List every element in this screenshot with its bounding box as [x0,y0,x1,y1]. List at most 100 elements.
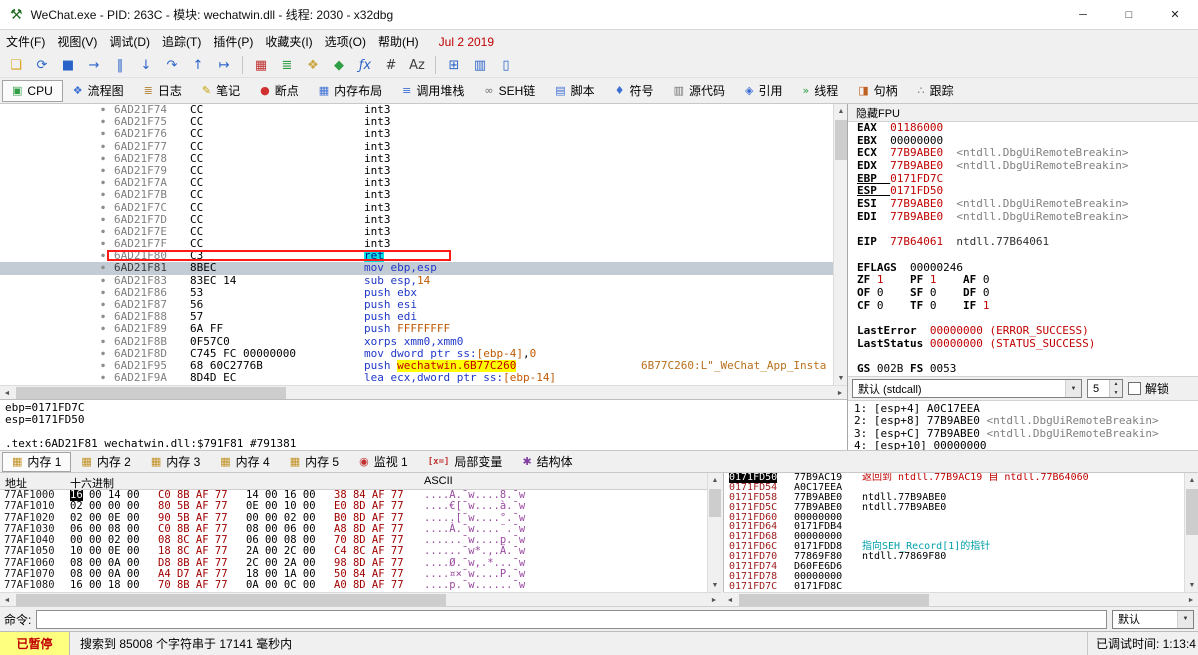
memory-grid-icon[interactable]: ⊞ [442,55,466,76]
command-profile-select[interactable]: 默认 ▼ [1112,610,1194,629]
stack-row[interactable]: 0171FD74D60FE6D6 [724,562,1184,572]
stack-row[interactable]: 0171FD5877B9ABE0ntdll.77B9ABE0 [724,493,1184,503]
stack-row[interactable]: 0171FD7C0171FD8C [724,582,1184,592]
hash-icon[interactable]: # [379,55,403,76]
menu-item-file[interactable]: 文件(F) [0,30,51,53]
tab-memory-1[interactable]: ▦内存 1 [2,452,71,472]
tab-symbols[interactable]: ♦符号 [605,80,664,102]
dump-vscrollbar[interactable]: ▲ ▼ [707,473,721,592]
stack-row[interactable]: 0171FD640171FDB4 [724,522,1184,532]
pause-icon[interactable]: ‖ [108,55,132,76]
breakpoint-dot[interactable]: ● [97,177,109,189]
register-row[interactable]: EDI 77B9ABE0 <ntdll.DbgUiRemoteBreakin> [857,211,1198,224]
menu-item-help[interactable]: 帮助(H) [372,30,425,53]
menu-item-view[interactable]: 视图(V) [51,30,103,53]
menu-item-trace[interactable]: 追踪(T) [156,30,207,53]
open-file-icon[interactable]: ❏ [4,55,28,76]
breakpoint-dot[interactable]: ● [97,262,109,274]
close-button[interactable]: ✕ [1152,0,1198,29]
tab-script[interactable]: ▤脚本 [545,80,604,102]
scroll-right-icon[interactable]: ► [833,386,847,400]
dump-row[interactable]: 77AF101002 00 00 0080 5B AF 770E 00 10 0… [0,501,707,512]
shield-icon[interactable]: ◆ [327,55,351,76]
breakpoint-dot[interactable]: ● [97,372,109,384]
command-input[interactable] [36,610,1107,629]
stop-icon[interactable]: ■ [56,55,80,76]
breakpoint-dot[interactable]: ● [97,299,109,311]
tab-memory-5[interactable]: ▦内存 5 [280,452,349,472]
scroll-up-icon[interactable]: ▲ [708,473,722,487]
menu-item-debug[interactable]: 调试(D) [103,30,156,53]
log-icon[interactable]: ≣ [275,55,299,76]
scroll-thumb[interactable] [835,120,847,160]
run-icon[interactable]: → [82,55,106,76]
breakpoint-dot[interactable]: ● [97,165,109,177]
strings-az-icon[interactable]: Az [405,55,429,76]
tab-notes[interactable]: ✎笔记 [192,80,250,102]
breakpoint-dot[interactable]: ● [97,311,109,323]
menu-item-plugins[interactable]: 插件(P) [207,30,259,53]
minimize-button[interactable]: ─ [1060,0,1106,29]
disasm-row[interactable]: ●6AD21F77CCint3 [0,141,833,153]
stack-row[interactable]: 0171FD6C0171FDD8指向SEH_Record[1]的指针 [724,542,1184,552]
args-count-spinner[interactable]: 5 ▲ ▼ [1087,379,1123,398]
breakpoint-dot[interactable]: ● [97,226,109,238]
assemble-fx-icon[interactable]: ƒx [353,55,377,76]
modules-icon[interactable]: ▥ [468,55,492,76]
stack-row[interactable]: 0171FD6000000000 [724,513,1184,523]
scroll-thumb[interactable] [709,489,721,517]
breakpoint-dot[interactable]: ● [97,360,109,372]
tab-graph[interactable]: ❖流程图 [63,80,134,102]
scroll-up-icon[interactable]: ▲ [1185,473,1198,487]
arguments-view[interactable]: 1: [esp+4] A0C17EEA2: [esp+8] 77B9ABE0 <… [848,400,1198,450]
register-row[interactable]: GS 002B FS 0053 [857,363,1198,376]
scroll-thumb[interactable] [739,594,929,606]
stack-row[interactable]: 0171FD5077B9AC19返回到 ntdll.77B9AC19 自 ntd… [724,473,1184,483]
memory-dump-pane[interactable]: 77AF100016 00 14 00C0 8B AF 7714 00 16 0… [0,490,707,592]
step-over-icon[interactable]: ↷ [160,55,184,76]
register-list[interactable]: EAX 01186000EBX 00000000ECX 77B9ABE0 <nt… [848,122,1198,376]
breakpoint-dot[interactable]: ● [97,153,109,165]
scroll-left-icon[interactable]: ◄ [0,386,14,400]
breakpoint-dot[interactable]: ● [97,141,109,153]
stack-pane[interactable]: 0171FD5077B9AC19返回到 ntdll.77B9AC19 自 ntd… [723,473,1184,592]
breakpoint-dot[interactable]: ● [97,116,109,128]
breakpoint-dot[interactable]: ● [97,336,109,348]
tab-watch-1[interactable]: ◉监视 1 [349,452,418,472]
tab-cpu[interactable]: ▣CPU [2,80,63,102]
stack-hscrollbar[interactable]: ◄ ► [723,592,1198,606]
tab-log[interactable]: ≣日志 [134,80,192,102]
scroll-down-icon[interactable]: ▼ [708,578,722,592]
breakpoint-dot[interactable]: ● [97,238,109,250]
disasm-row[interactable]: ●6AD21F818BECmov ebp,esp [0,262,833,274]
tab-handles[interactable]: ◨句柄 [848,80,907,102]
menu-item-options[interactable]: 选项(O) [319,30,372,53]
tab-threads[interactable]: »线程 [792,80,848,102]
register-row[interactable]: CF 0 TF 0 IF 1 [857,300,1198,313]
tab-memory-2[interactable]: ▦内存 2 [71,452,140,472]
menu-item-favourites[interactable]: 收藏夹(I) [259,30,318,53]
disassembly-pane[interactable]: ●6AD21F74CCint3●6AD21F75CCint3●6AD21F76C… [0,104,833,385]
scroll-right-icon[interactable]: ► [707,593,721,607]
tab-references[interactable]: ◈引用 [735,80,792,102]
breakpoint-dot[interactable]: ● [97,287,109,299]
stack-vscrollbar[interactable]: ▲ ▼ [1184,473,1198,592]
register-row[interactable]: EIP 77B64061 ntdll.77B64061 [857,236,1198,249]
scroll-down-icon[interactable]: ▼ [834,371,848,385]
run-to-user-icon[interactable]: ↦ [212,55,236,76]
breakpoint-dot[interactable]: ● [97,275,109,287]
disasm-row[interactable]: ●6AD21F7CCCint3 [0,202,833,214]
disassembly-vscrollbar[interactable]: ▲ ▼ [833,104,847,385]
scroll-left-icon[interactable]: ◄ [723,593,737,607]
disassembly-hscrollbar[interactable]: ◄ ► [0,385,847,399]
restart-icon[interactable]: ⟳ [30,55,54,76]
disasm-row[interactable]: ●6AD21F76CCint3 [0,128,833,140]
spinner-up-icon[interactable]: ▲ [1110,380,1122,389]
spinner-down-icon[interactable]: ▼ [1110,389,1122,398]
tab-locals[interactable]: [x=]局部变量 [418,452,513,472]
register-row[interactable]: LastStatus 00000000 (STATUS_SUCCESS) [857,338,1198,351]
stack-row[interactable]: 0171FD7800000000 [724,572,1184,582]
tab-memory-map[interactable]: ▦内存布局 [309,80,392,102]
scroll-up-icon[interactable]: ▲ [834,104,848,118]
tab-seh[interactable]: ∞SEH链 [474,80,545,102]
